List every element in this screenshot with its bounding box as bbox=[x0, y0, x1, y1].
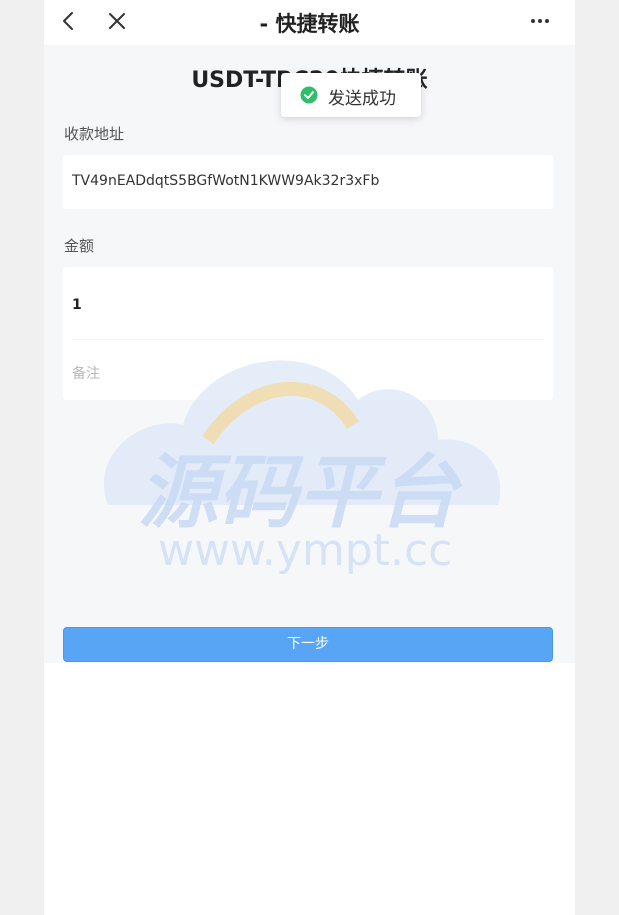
amount-memo-group: 1 备注 bbox=[63, 267, 553, 400]
next-button[interactable]: 下一步 bbox=[63, 627, 553, 662]
memo-input[interactable]: 备注 bbox=[72, 363, 100, 383]
address-label: 收款地址 bbox=[64, 125, 125, 143]
address-value: TV49nEADdqtS5BGfWotN1KWW9Ak32r3xFb bbox=[72, 173, 380, 189]
more-dots-icon[interactable] bbox=[528, 10, 552, 32]
toast-message: 发送成功 bbox=[328, 89, 396, 109]
transfer-form: USDT-TRC20快捷转账 收款地址 TV49nEADdqtS5BGfWotN… bbox=[44, 45, 575, 663]
amount-label: 金额 bbox=[64, 237, 95, 255]
nav-bar: - 快捷转账 bbox=[44, 0, 575, 45]
app-container: - 快捷转账 USDT-TRC20快捷转账 收款地址 TV49nEADdqtS5… bbox=[44, 0, 575, 915]
field-divider bbox=[72, 339, 544, 340]
nav-title: - 快捷转账 bbox=[259, 12, 360, 36]
check-circle-icon bbox=[300, 86, 318, 104]
address-field[interactable]: TV49nEADdqtS5BGfWotN1KWW9Ak32r3xFb bbox=[63, 155, 553, 209]
toast-success: 发送成功 bbox=[281, 73, 421, 117]
amount-input[interactable]: 1 bbox=[72, 297, 82, 313]
